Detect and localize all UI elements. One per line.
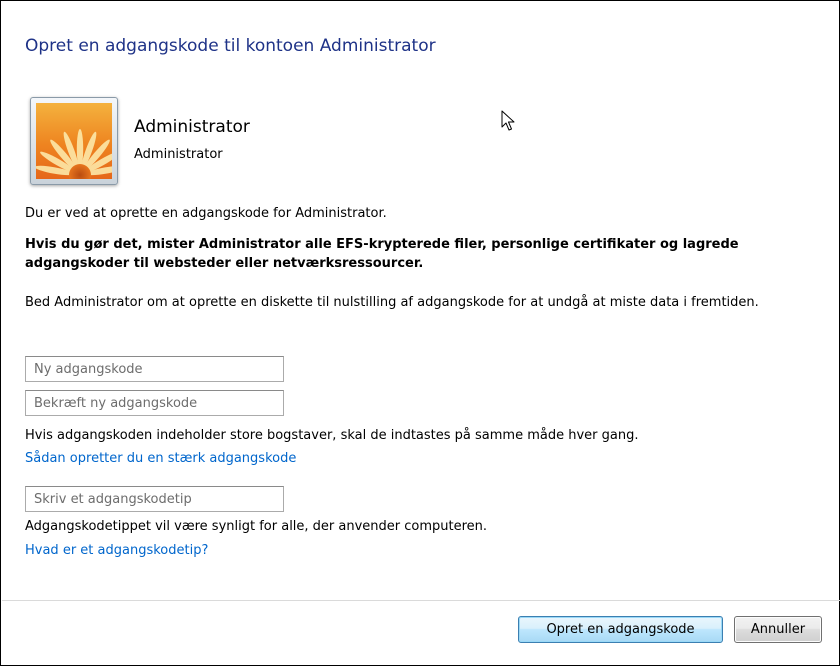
intro-text: Du er ved at oprette en adgangskode for … bbox=[25, 206, 387, 221]
new-password-field[interactable] bbox=[25, 356, 284, 382]
create-password-dialog: Opret en adgangskode til kontoen Adminis… bbox=[0, 0, 840, 666]
password-hint-help-link[interactable]: Hvad er et adgangskodetip? bbox=[25, 543, 208, 558]
efs-warning-text: Hvis du gør det, mister Administrator al… bbox=[25, 237, 739, 271]
strong-password-help-link[interactable]: Sådan opretter du en stærk adgangskode bbox=[25, 451, 296, 466]
reset-disk-advice-text: Bed Administrator om at oprette en diske… bbox=[25, 295, 759, 310]
page-title: Opret en adgangskode til kontoen Adminis… bbox=[25, 36, 436, 56]
hint-visibility-note: Adgangskodetippet vil være synligt for a… bbox=[25, 519, 488, 534]
create-password-button[interactable]: Opret en adgangskode bbox=[518, 616, 723, 643]
flower-user-picture-icon bbox=[36, 103, 112, 179]
account-type: Administrator bbox=[134, 147, 223, 162]
mouse-cursor-icon bbox=[501, 110, 515, 136]
cancel-button[interactable]: Annuller bbox=[734, 616, 822, 643]
footer-divider bbox=[2, 600, 840, 601]
account-name: Administrator bbox=[134, 117, 250, 137]
confirm-password-field[interactable] bbox=[25, 390, 284, 416]
case-sensitivity-note: Hvis adgangskoden indeholder store bogst… bbox=[25, 428, 639, 443]
user-picture bbox=[30, 97, 118, 185]
password-hint-field[interactable] bbox=[25, 486, 284, 512]
